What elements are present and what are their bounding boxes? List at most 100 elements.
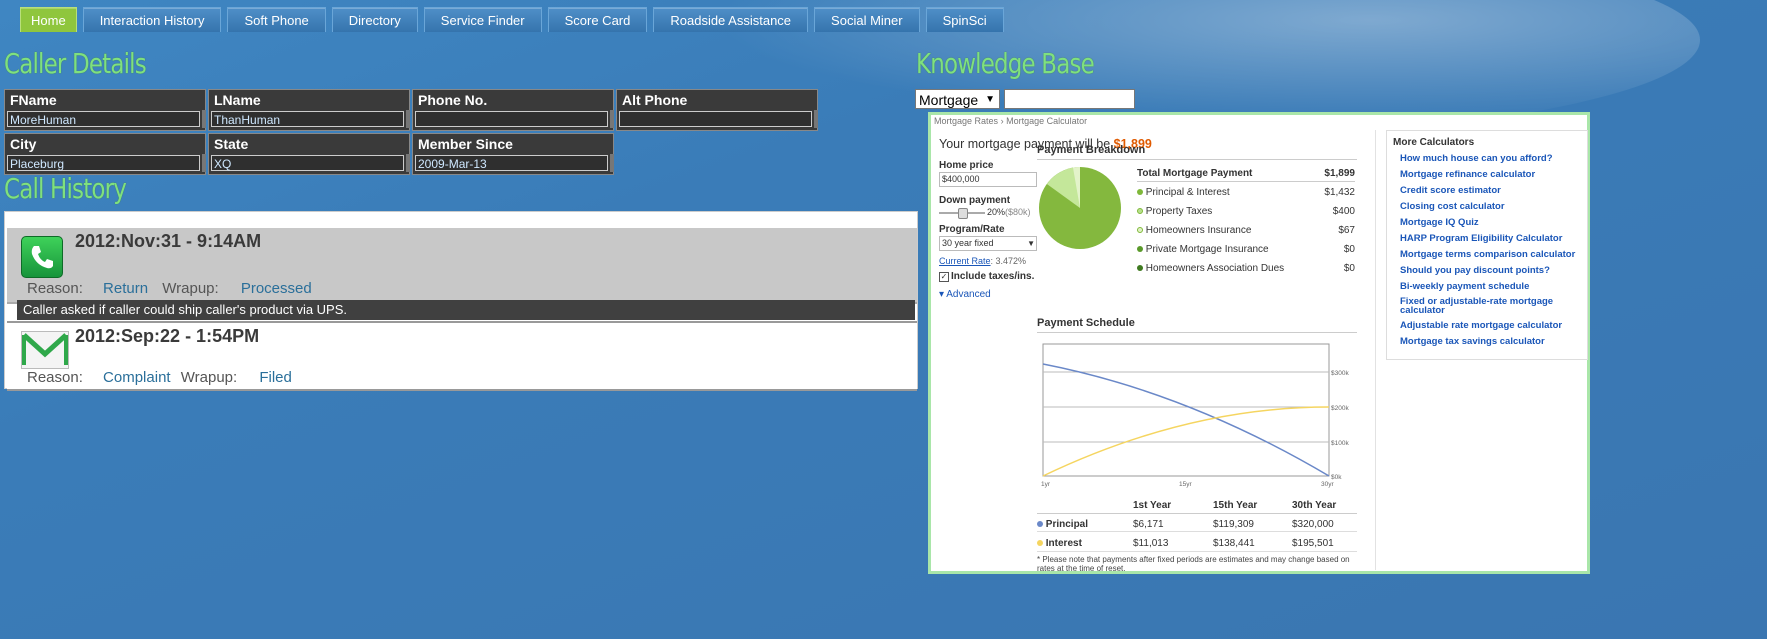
- y-tick-label: $300k: [1331, 370, 1349, 377]
- calculator-link[interactable]: Mortgage IQ Quiz: [1400, 217, 1587, 228]
- breakdown-value: $0: [1343, 244, 1355, 255]
- lname-field[interactable]: ThanHuman: [211, 111, 404, 127]
- lname-cell: LName ThanHuman: [208, 89, 410, 131]
- reason-row: Reason: Return Wrapup: Processed: [27, 280, 312, 297]
- phone-icon: [21, 236, 63, 278]
- breadcrumb-mortgage-rates[interactable]: Mortgage Rates: [934, 116, 998, 126]
- calculator-link[interactable]: Mortgage terms comparison calculator: [1400, 249, 1587, 260]
- breakdown-label: Property Taxes: [1145, 206, 1213, 217]
- call-history-title: Call History: [4, 172, 127, 205]
- city-field[interactable]: Placeburg: [7, 155, 200, 171]
- reason-label: Reason:: [27, 369, 83, 386]
- wrapup-label: Wrapup:: [180, 369, 238, 386]
- city-label: City: [10, 136, 37, 152]
- down-payment-label: Down payment: [939, 195, 1011, 206]
- include-taxes-checkbox[interactable]: ✓: [939, 272, 949, 282]
- schedule-title: Payment Schedule: [1037, 317, 1135, 329]
- kb-topic-value: Mortgage: [919, 92, 979, 108]
- fname-label: FName: [10, 92, 57, 108]
- reason-value: Return: [103, 280, 149, 297]
- calculator-link[interactable]: Adjustable rate mortgage calculator: [1400, 320, 1587, 331]
- call-note: Caller asked if caller could ship caller…: [17, 300, 915, 320]
- calculator-link[interactable]: Bi-weekly payment schedule: [1400, 281, 1587, 292]
- breakdown-total-label: Total Mortgage Payment: [1137, 168, 1253, 179]
- kb-topic-select[interactable]: Mortgage ▼: [915, 89, 1000, 109]
- current-rate: Current Rate: 3.472%: [939, 256, 1026, 266]
- breakdown-value: $0: [1343, 263, 1355, 274]
- divider: [1037, 332, 1357, 333]
- member-since-field[interactable]: 2009-Mar-13: [415, 155, 608, 171]
- home-price-input[interactable]: $400,000: [939, 172, 1037, 187]
- call-date: 2012:Nov:31 - 9:14AM: [75, 231, 262, 251]
- tab-directory[interactable]: Directory: [331, 7, 418, 32]
- breakdown-row: Homeowners Insurance $67: [1137, 225, 1355, 236]
- down-payment-value: 20%($80k): [987, 207, 1031, 217]
- wrapup-value: Filed: [259, 369, 292, 386]
- calculator-link[interactable]: Should you pay discount points?: [1400, 265, 1587, 276]
- call-history-item[interactable]: 2012:Sep:22 - 1:54PM Reason: Complaint W…: [7, 321, 917, 391]
- resize-grip: [202, 110, 206, 128]
- calculator-link[interactable]: HARP Program Eligibility Calculator: [1400, 233, 1587, 244]
- x-tick-label: 1yr: [1041, 481, 1051, 488]
- tab-roadside-assistance[interactable]: Roadside Assistance: [653, 7, 809, 32]
- resize-grip: [406, 154, 410, 172]
- call-history-item[interactable]: 2012:Nov:31 - 9:14AM Reason: Return Wrap…: [7, 228, 917, 304]
- calculator-link[interactable]: Fixed or adjustable-rate mortgage calcul…: [1400, 297, 1587, 316]
- calculator-link[interactable]: Closing cost calculator: [1400, 201, 1587, 212]
- fname-field[interactable]: MoreHuman: [7, 111, 200, 127]
- call-date: 2012:Sep:22 - 1:54PM: [75, 326, 260, 346]
- tab-service-finder[interactable]: Service Finder: [423, 7, 542, 32]
- tab-interaction-history[interactable]: Interaction History: [82, 7, 222, 32]
- payment-schedule-chart: $300k $200k $100k $0k 1yr 15yr 30yr: [1041, 343, 1349, 488]
- current-rate-link[interactable]: Current Rate: [939, 256, 991, 266]
- tab-spinsci[interactable]: SpinSci: [925, 7, 1004, 32]
- wrapup-value: Processed: [240, 280, 312, 297]
- current-rate-value: : 3.472%: [990, 256, 1027, 266]
- breakdown-value: $400: [1332, 206, 1355, 217]
- calculator-link[interactable]: Credit score estimator: [1400, 185, 1587, 196]
- breakdown-value: $67: [1338, 225, 1355, 236]
- alt-phone-label: Alt Phone: [622, 92, 688, 108]
- breakdown-row: Principal & Interest $1,432: [1137, 187, 1355, 198]
- state-field[interactable]: XQ: [211, 155, 404, 171]
- tab-score-card[interactable]: Score Card: [547, 7, 648, 32]
- tab-social-miner[interactable]: Social Miner: [814, 7, 920, 32]
- chevron-down-icon: ▼: [1027, 239, 1035, 248]
- divider: [1037, 531, 1357, 532]
- breakdown-row: Private Mortgage Insurance $0: [1137, 244, 1355, 255]
- resize-grip: [406, 110, 410, 128]
- more-calculators-title: More Calculators: [1393, 137, 1475, 148]
- resize-grip: [610, 154, 614, 172]
- tab-soft-phone[interactable]: Soft Phone: [227, 7, 326, 32]
- breakdown-value: $1,432: [1324, 187, 1355, 198]
- advanced-toggle[interactable]: ▾ Advanced: [939, 289, 991, 300]
- mortgage-calculator-panel: Mortgage Rates › Mortgage Calculator You…: [928, 112, 1590, 574]
- kb-search-input[interactable]: [1004, 89, 1135, 109]
- breakdown-label: Principal & Interest: [1145, 187, 1230, 198]
- resize-grip: [610, 110, 614, 128]
- reason-label: Reason:: [27, 280, 83, 297]
- breakdown-title: Payment Breakdown: [1037, 144, 1146, 156]
- table-cell: $119,309: [1213, 519, 1254, 530]
- legend-dot: [1137, 189, 1143, 195]
- column-separator: [1375, 130, 1376, 570]
- y-tick-label: $200k: [1331, 405, 1349, 412]
- alt-phone-field[interactable]: [619, 111, 812, 127]
- breakdown-total-row: Total Mortgage Payment $1,899: [1137, 168, 1355, 179]
- phone-field[interactable]: [415, 111, 608, 127]
- calculator-link[interactable]: How much house can you afford?: [1400, 153, 1587, 164]
- table-cell: $195,501: [1292, 538, 1334, 549]
- calculator-link[interactable]: Mortgage refinance calculator: [1400, 169, 1587, 180]
- reason-value: Complaint: [103, 369, 171, 386]
- slider-handle[interactable]: [958, 208, 968, 219]
- breadcrumb-separator: ›: [1000, 116, 1004, 126]
- reason-row: Reason: Complaint Wrapup: Filed: [27, 369, 292, 386]
- tab-home[interactable]: Home: [20, 7, 77, 32]
- program-select[interactable]: 30 year fixed ▼: [939, 236, 1037, 251]
- member-since-label: Member Since: [418, 136, 513, 152]
- breadcrumb-current: Mortgage Calculator: [1006, 116, 1088, 126]
- include-taxes-label: Include taxes/ins.: [951, 271, 1035, 282]
- caller-details-title: Caller Details: [4, 47, 147, 80]
- calculator-link[interactable]: Mortgage tax savings calculator: [1400, 336, 1587, 347]
- breakdown-label: Homeowners Insurance: [1145, 225, 1252, 236]
